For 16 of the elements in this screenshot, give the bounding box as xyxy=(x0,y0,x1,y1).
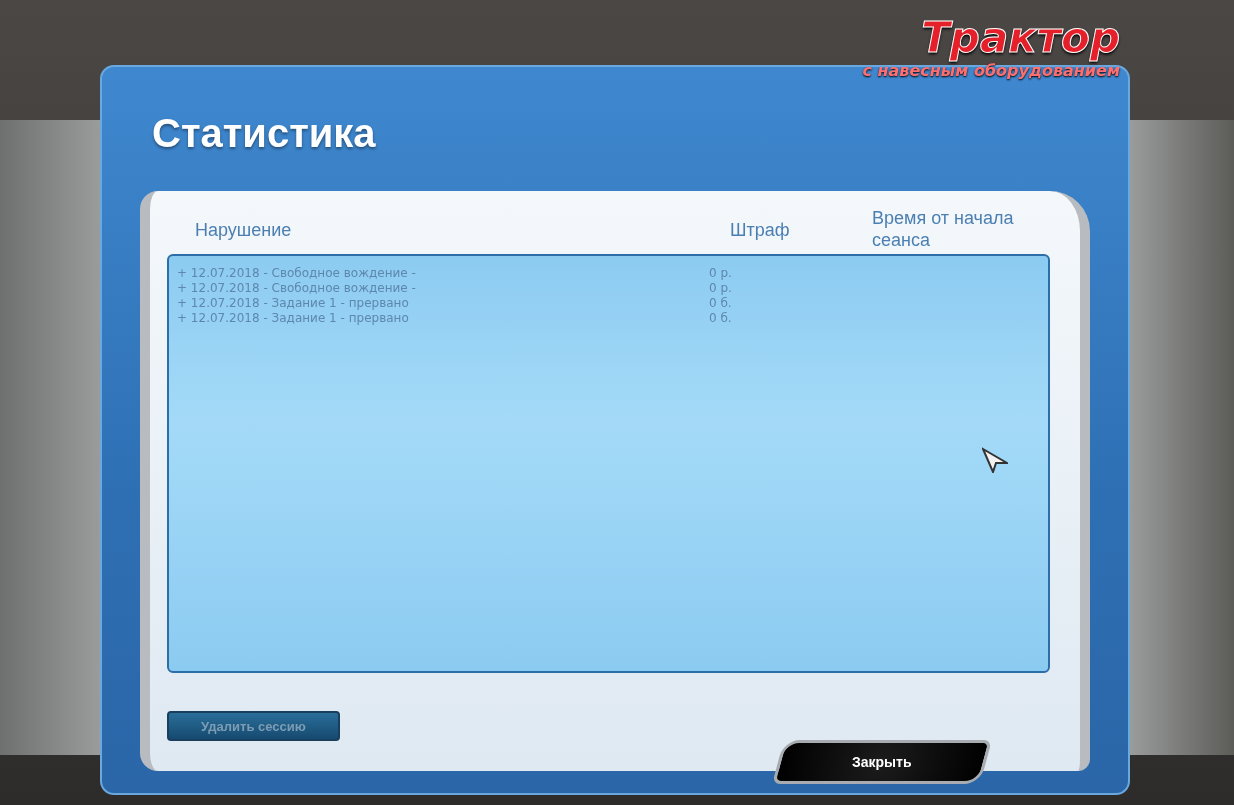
violation-cell-text: + 12.07.2018 - Задание 1 - прервано xyxy=(177,311,410,326)
logo-title: Трактор xyxy=(921,14,1120,62)
cursor-icon xyxy=(982,447,1008,473)
logo-subtitle: с навесным оборудованием xyxy=(862,62,1120,80)
column-header: Штраф xyxy=(730,220,791,241)
column-header: Время от начала сеанса xyxy=(872,207,1015,251)
close-button[interactable]: Закрыть xyxy=(772,740,992,784)
fine-cell-text: 0 р. xyxy=(709,266,733,281)
violation-cell-text: + 12.07.2018 - Свободное вождение - xyxy=(177,266,417,281)
violation-cell-text: + 12.07.2018 - Свободное вождение - xyxy=(177,281,417,296)
fine-cell-text: 0 б. xyxy=(709,296,733,311)
dialog-title: Статистика xyxy=(152,111,377,157)
column-header: Нарушение xyxy=(195,220,293,241)
fine-cell-text: 0 р. xyxy=(709,281,733,296)
fine-cell-text: 0 б. xyxy=(709,311,733,326)
violation-cell-text: + 12.07.2018 - Задание 1 - прервано xyxy=(177,296,410,311)
